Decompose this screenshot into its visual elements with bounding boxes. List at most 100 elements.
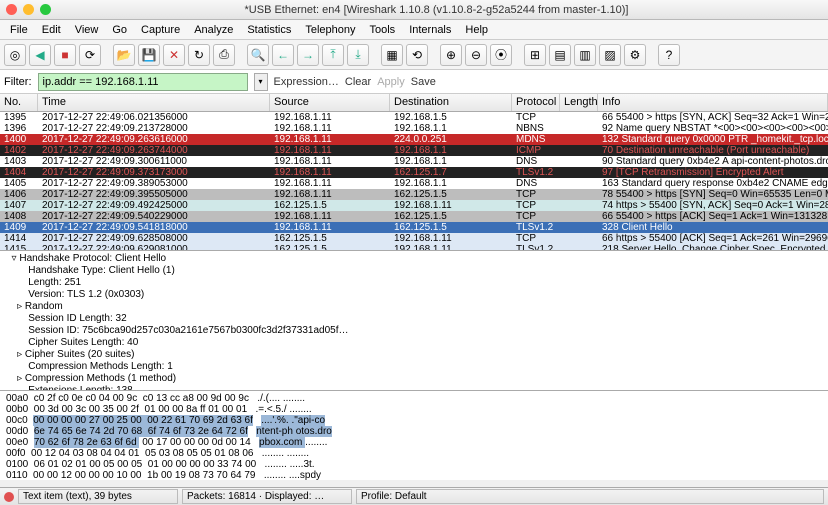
filter-dropdown-icon[interactable]: ▾ <box>254 73 268 91</box>
zoom-icon[interactable] <box>40 4 51 15</box>
minimize-icon[interactable] <box>23 4 34 15</box>
menu-analyze[interactable]: Analyze <box>188 22 239 38</box>
table-row[interactable]: 14002017-12-27 22:49:09.263616000192.168… <box>0 134 828 145</box>
menu-capture[interactable]: Capture <box>135 22 186 38</box>
help-button-icon[interactable]: ? <box>658 44 680 66</box>
window-title: *USB Ethernet: en4 [Wireshark 1.10.8 (v1… <box>51 4 822 16</box>
col-source[interactable]: Source <box>270 94 390 111</box>
tree-item[interactable]: Cipher Suites Length: 40 <box>6 337 822 349</box>
tree-item[interactable]: Session ID: 75c6bca90d257c030a2161e7567b… <box>6 325 822 337</box>
hex-row[interactable]: 00f0 00 12 04 03 08 04 04 01 05 03 08 05… <box>6 448 822 459</box>
close-icon[interactable] <box>6 4 17 15</box>
window-controls <box>6 4 51 15</box>
status-profile[interactable]: Profile: Default <box>356 489 824 504</box>
zoom-reset-icon[interactable]: ⦿ <box>490 44 512 66</box>
display-filters-icon[interactable]: ▥ <box>574 44 596 66</box>
go-first-icon[interactable]: ⤓ <box>347 44 369 66</box>
table-row[interactable]: 13962017-12-27 22:49:09.213728000192.168… <box>0 123 828 134</box>
go-to-packet-icon[interactable]: ⤒ <box>322 44 344 66</box>
interfaces-icon[interactable]: ◎ <box>4 44 26 66</box>
hex-row[interactable]: 0100 06 01 02 01 00 05 00 05 01 00 00 00… <box>6 459 822 470</box>
packet-bytes[interactable]: 00a0 c0 2f c0 0e c0 04 00 9c c0 13 cc a8… <box>0 390 828 480</box>
preferences-icon[interactable]: ⚙ <box>624 44 646 66</box>
filter-bar: Filter: ▾ Expression… Clear Apply Save <box>0 70 828 94</box>
col-info[interactable]: Info <box>598 94 828 111</box>
capture-filters-icon[interactable]: ▤ <box>549 44 571 66</box>
col-length[interactable]: Length <box>560 94 598 111</box>
print-icon[interactable]: ⎙ <box>213 44 235 66</box>
table-row[interactable]: 14032017-12-27 22:49:09.300611000192.168… <box>0 156 828 167</box>
tree-item[interactable]: ▹ Random <box>6 301 822 313</box>
start-capture-icon[interactable]: ◀ <box>29 44 51 66</box>
stop-capture-icon[interactable]: ■ <box>54 44 76 66</box>
menu-view[interactable]: View <box>69 22 105 38</box>
go-forward-icon[interactable]: → <box>297 44 319 66</box>
filter-expression-button[interactable]: Expression… <box>274 76 339 88</box>
tree-item[interactable]: Handshake Type: Client Hello (1) <box>6 265 822 277</box>
table-row[interactable]: 14152017-12-27 22:49:09.629081000162.125… <box>0 244 828 250</box>
hex-row[interactable]: 00e0 70 62 6f 78 2e 63 6f 6d 00 17 00 00… <box>6 437 822 448</box>
status-packets: Packets: 16814 · Displayed: … <box>182 489 352 504</box>
table-row[interactable]: 14072017-12-27 22:49:09.492425000162.125… <box>0 200 828 211</box>
table-row[interactable]: 13952017-12-27 22:49:06.021356000192.168… <box>0 112 828 123</box>
reload-icon[interactable]: ↻ <box>188 44 210 66</box>
packet-list[interactable]: 13952017-12-27 22:49:06.021356000192.168… <box>0 112 828 250</box>
status-text: Text item (text), 39 bytes <box>18 489 178 504</box>
go-back-icon[interactable]: ← <box>272 44 294 66</box>
tree-item[interactable]: Compression Methods Length: 1 <box>6 361 822 373</box>
hex-row[interactable]: 00c0 00 00 00 00 27 00 25 00 00 22 61 70… <box>6 415 822 426</box>
hex-row[interactable]: 00d0 6e 74 65 6e 74 2d 70 68 6f 74 6f 73… <box>6 426 822 437</box>
filter-label: Filter: <box>4 76 32 88</box>
hex-row[interactable]: 00b0 00 3d 00 3c 00 35 00 2f 01 00 00 8a… <box>6 404 822 415</box>
colorize-icon[interactable]: ▦ <box>381 44 403 66</box>
tree-item[interactable]: ▹ Cipher Suites (20 suites) <box>6 349 822 361</box>
menu-statistics[interactable]: Statistics <box>241 22 297 38</box>
toolbar: ◎ ◀ ■ ⟳ 📂 💾 ✕ ↻ ⎙ 🔍 ← → ⤒ ⤓ ▦ ⟲ ⊕ ⊖ ⦿ ⊞ … <box>0 40 828 70</box>
status-bar: Text item (text), 39 bytes Packets: 1681… <box>0 487 828 505</box>
col-destination[interactable]: Destination <box>390 94 512 111</box>
menu-telephony[interactable]: Telephony <box>299 22 361 38</box>
table-row[interactable]: 14062017-12-27 22:49:09.395505000192.168… <box>0 189 828 200</box>
filter-apply-button[interactable]: Apply <box>377 76 405 88</box>
menu-file[interactable]: File <box>4 22 34 38</box>
col-no[interactable]: No. <box>0 94 38 111</box>
filter-save-button[interactable]: Save <box>411 76 436 88</box>
table-row[interactable]: 14082017-12-27 22:49:09.540229000192.168… <box>0 211 828 222</box>
table-row[interactable]: 14142017-12-27 22:49:09.628508000162.125… <box>0 233 828 244</box>
tree-item[interactable]: Length: 251 <box>6 277 822 289</box>
menubar: File Edit View Go Capture Analyze Statis… <box>0 20 828 40</box>
close-file-icon[interactable]: ✕ <box>163 44 185 66</box>
titlebar: *USB Ethernet: en4 [Wireshark 1.10.8 (v1… <box>0 0 828 20</box>
save-icon[interactable]: 💾 <box>138 44 160 66</box>
menu-go[interactable]: Go <box>106 22 133 38</box>
table-row[interactable]: 14052017-12-27 22:49:09.389053000192.168… <box>0 178 828 189</box>
packet-list-header: No. Time Source Destination Protocol Len… <box>0 94 828 112</box>
tree-item[interactable]: ▹ Compression Methods (1 method) <box>6 373 822 385</box>
menu-internals[interactable]: Internals <box>403 22 457 38</box>
tree-item[interactable]: ▿ Handshake Protocol: Client Hello <box>6 253 822 265</box>
open-icon[interactable]: 📂 <box>113 44 135 66</box>
filter-input[interactable] <box>38 73 248 91</box>
find-icon[interactable]: 🔍 <box>247 44 269 66</box>
zoom-in-icon[interactable]: ⊕ <box>440 44 462 66</box>
coloring-rules-icon[interactable]: ▨ <box>599 44 621 66</box>
hex-row[interactable]: 00a0 c0 2f c0 0e c0 04 00 9c c0 13 cc a8… <box>6 393 822 404</box>
menu-tools[interactable]: Tools <box>364 22 402 38</box>
table-row[interactable]: 14042017-12-27 22:49:09.373173000192.168… <box>0 167 828 178</box>
table-row[interactable]: 14092017-12-27 22:49:09.541818000192.168… <box>0 222 828 233</box>
resize-columns-icon[interactable]: ⊞ <box>524 44 546 66</box>
packet-details[interactable]: ▿ Handshake Protocol: Client Hello Hands… <box>0 250 828 390</box>
restart-capture-icon[interactable]: ⟳ <box>79 44 101 66</box>
col-time[interactable]: Time <box>38 94 270 111</box>
hex-row[interactable]: 0110 00 00 12 00 00 00 10 00 1b 00 19 08… <box>6 470 822 480</box>
table-row[interactable]: 14022017-12-27 22:49:09.263744000192.168… <box>0 145 828 156</box>
tree-item[interactable]: Session ID Length: 32 <box>6 313 822 325</box>
expert-info-icon[interactable] <box>4 492 14 502</box>
auto-scroll-icon[interactable]: ⟲ <box>406 44 428 66</box>
zoom-out-icon[interactable]: ⊖ <box>465 44 487 66</box>
tree-item[interactable]: Version: TLS 1.2 (0x0303) <box>6 289 822 301</box>
filter-clear-button[interactable]: Clear <box>345 76 371 88</box>
col-protocol[interactable]: Protocol <box>512 94 560 111</box>
menu-help[interactable]: Help <box>459 22 494 38</box>
menu-edit[interactable]: Edit <box>36 22 67 38</box>
